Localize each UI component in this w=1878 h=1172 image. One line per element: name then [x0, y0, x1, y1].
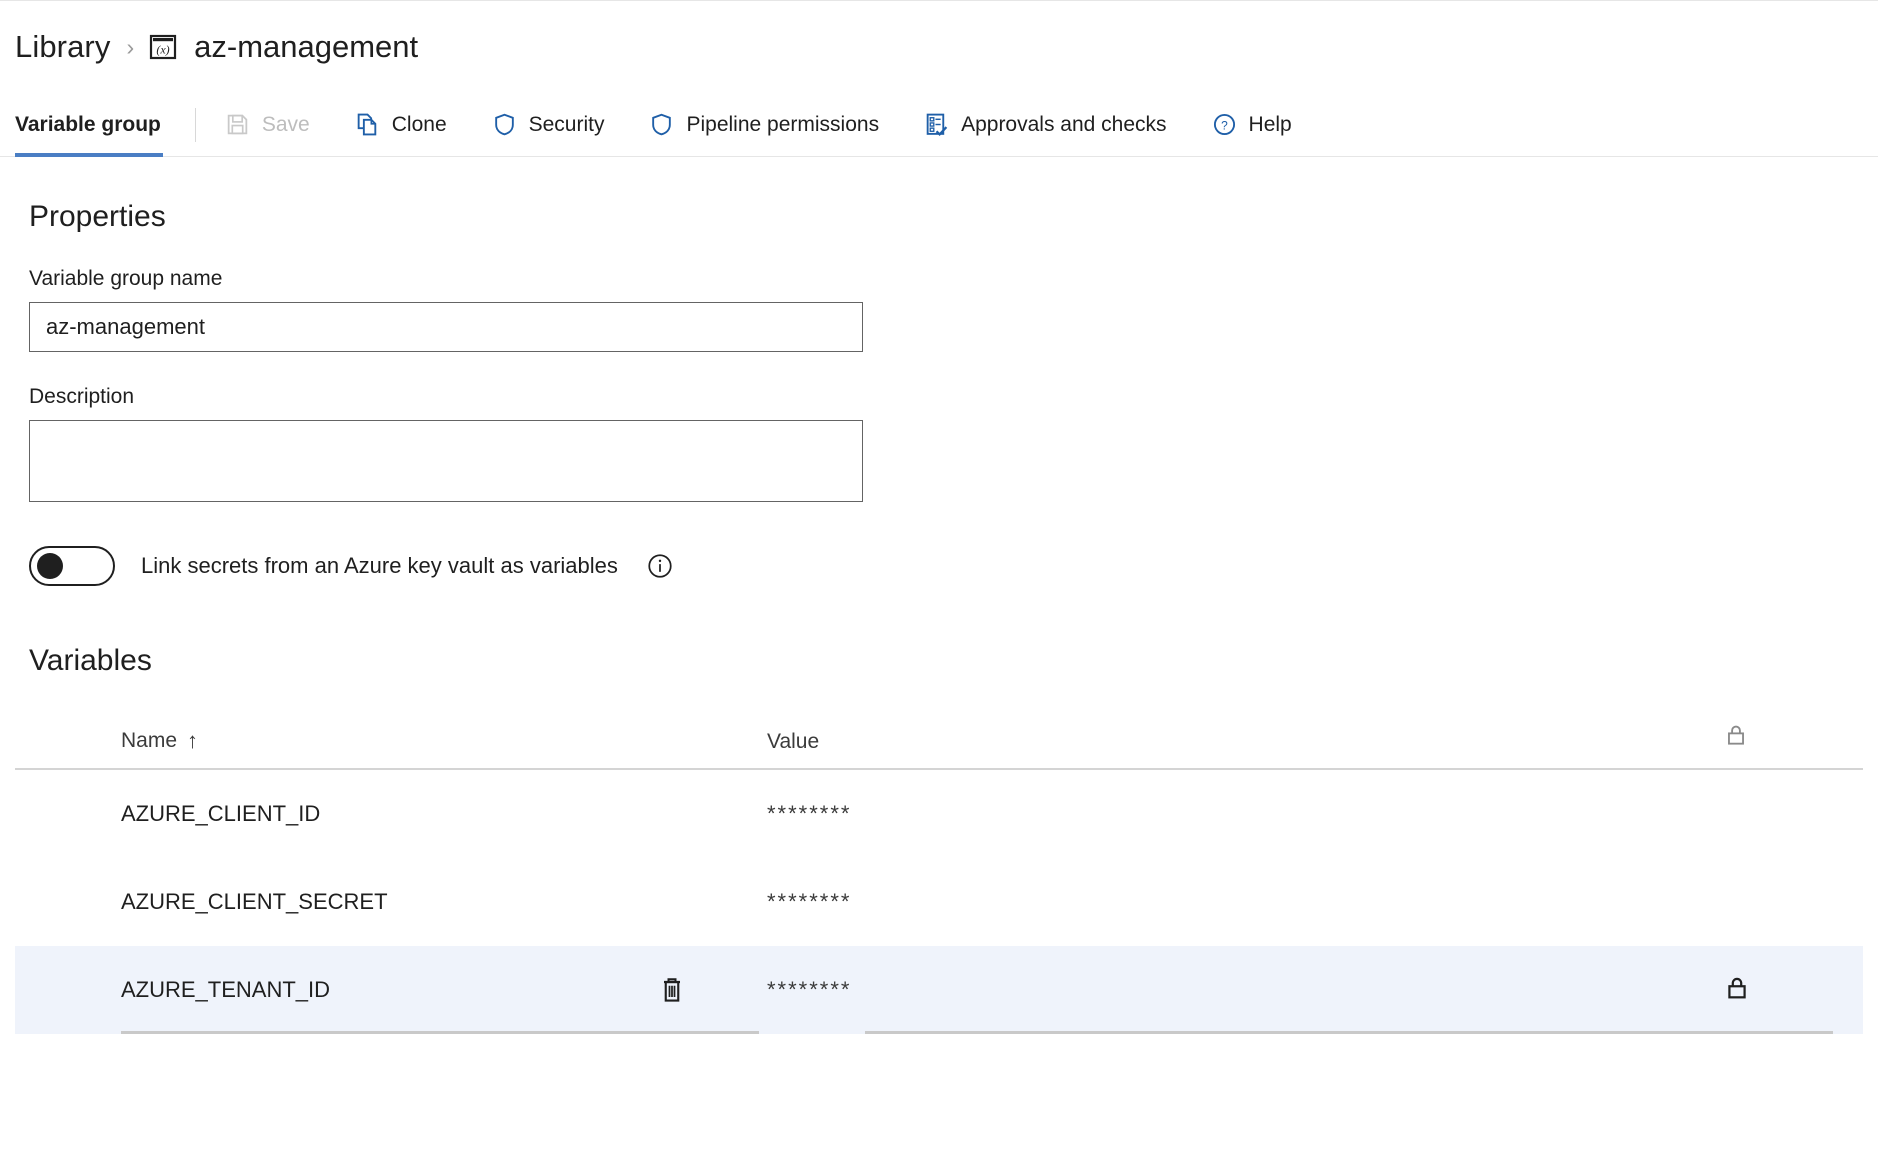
clone-button-label: Clone — [391, 112, 447, 136]
approvals-and-checks-button[interactable]: Approvals and checks — [907, 93, 1182, 156]
breadcrumb-current-title: az-management — [194, 29, 419, 64]
svg-text:?: ? — [1221, 118, 1228, 132]
clone-button[interactable]: Clone — [338, 93, 463, 156]
save-button[interactable]: Save — [208, 93, 326, 156]
table-row[interactable]: AZURE_TENANT_ID ******** — [15, 946, 1863, 1034]
column-header-lock — [1655, 722, 1863, 754]
shield-icon — [648, 111, 675, 138]
description-input[interactable] — [29, 420, 863, 502]
tab-variable-group-label: Variable group — [15, 112, 161, 136]
variable-lock-cell[interactable] — [1655, 974, 1863, 1007]
toolbar: Variable group Save Clone Security Pipel… — [0, 93, 1878, 157]
variable-group-name-field: Variable group name — [29, 267, 1863, 352]
variable-value-cell[interactable]: ******** — [755, 977, 1655, 1003]
help-circle-icon: ? — [1211, 111, 1238, 138]
info-icon[interactable] — [646, 552, 674, 580]
column-header-value[interactable]: Value — [755, 730, 1655, 754]
security-button[interactable]: Security — [475, 93, 621, 156]
description-label: Description — [29, 385, 135, 408]
keyvault-toggle-row: Link secrets from an Azure key vault as … — [29, 546, 1863, 586]
keyvault-toggle[interactable] — [29, 546, 115, 586]
lock-icon[interactable] — [1723, 974, 1751, 1007]
row-edit-underline — [121, 1031, 759, 1034]
variables-heading: Variables — [29, 644, 152, 677]
approvals-and-checks-button-label: Approvals and checks — [961, 112, 1167, 136]
variable-group-icon: (x) — [148, 32, 178, 62]
svg-text:(x): (x) — [156, 43, 169, 57]
save-icon — [224, 111, 251, 138]
table-row[interactable]: AZURE_CLIENT_SECRET ******** — [15, 858, 1863, 946]
table-row[interactable]: AZURE_CLIENT_ID ******** — [15, 770, 1863, 858]
keyvault-toggle-label: Link secrets from an Azure key vault as … — [141, 553, 618, 578]
variable-name-cell[interactable]: AZURE_CLIENT_ID — [15, 801, 755, 827]
pipeline-permissions-button[interactable]: Pipeline permissions — [632, 93, 895, 156]
variable-group-name-input[interactable] — [29, 302, 863, 352]
tab-variable-group[interactable]: Variable group — [0, 93, 185, 157]
breadcrumb-library-link[interactable]: Library — [15, 29, 110, 65]
shield-icon — [491, 111, 518, 138]
variables-table-header: Name ↑ Value — [15, 722, 1863, 770]
properties-heading: Properties — [29, 200, 166, 233]
row-edit-underline — [865, 1031, 1833, 1034]
variable-name-cell[interactable]: AZURE_TENANT_ID — [15, 977, 755, 1003]
help-button[interactable]: ? Help — [1195, 93, 1308, 156]
variable-group-name-label: Variable group name — [29, 267, 223, 290]
variable-value-cell[interactable]: ******** — [755, 889, 1655, 915]
variable-value-cell[interactable]: ******** — [755, 801, 1655, 827]
delete-variable-icon[interactable] — [657, 975, 687, 1005]
variable-name-text: AZURE_TENANT_ID — [121, 977, 331, 1002]
lock-icon — [1723, 722, 1749, 754]
description-field: Description — [29, 385, 1863, 502]
pipeline-permissions-button-label: Pipeline permissions — [686, 112, 880, 136]
security-button-label: Security — [528, 112, 605, 136]
checklist-icon — [923, 111, 950, 138]
toolbar-divider — [194, 108, 196, 142]
clone-icon — [354, 111, 381, 138]
column-header-name[interactable]: Name ↑ — [15, 728, 755, 754]
variables-table: Name ↑ Value AZURE_CLIENT_ID ******** AZ… — [15, 722, 1863, 1034]
column-header-value-label: Value — [767, 730, 820, 753]
breadcrumb-separator-icon: › — [126, 33, 135, 60]
breadcrumb: Library › (x) az-management — [0, 1, 1878, 93]
keyvault-toggle-knob — [37, 553, 63, 579]
help-button-label: Help — [1248, 112, 1292, 136]
main-content: Properties Variable group name Descripti… — [0, 200, 1878, 1034]
column-header-name-label: Name — [121, 729, 178, 752]
variable-name-cell[interactable]: AZURE_CLIENT_SECRET — [15, 889, 755, 915]
save-button-label: Save — [261, 112, 310, 136]
sort-ascending-icon: ↑ — [187, 728, 199, 753]
